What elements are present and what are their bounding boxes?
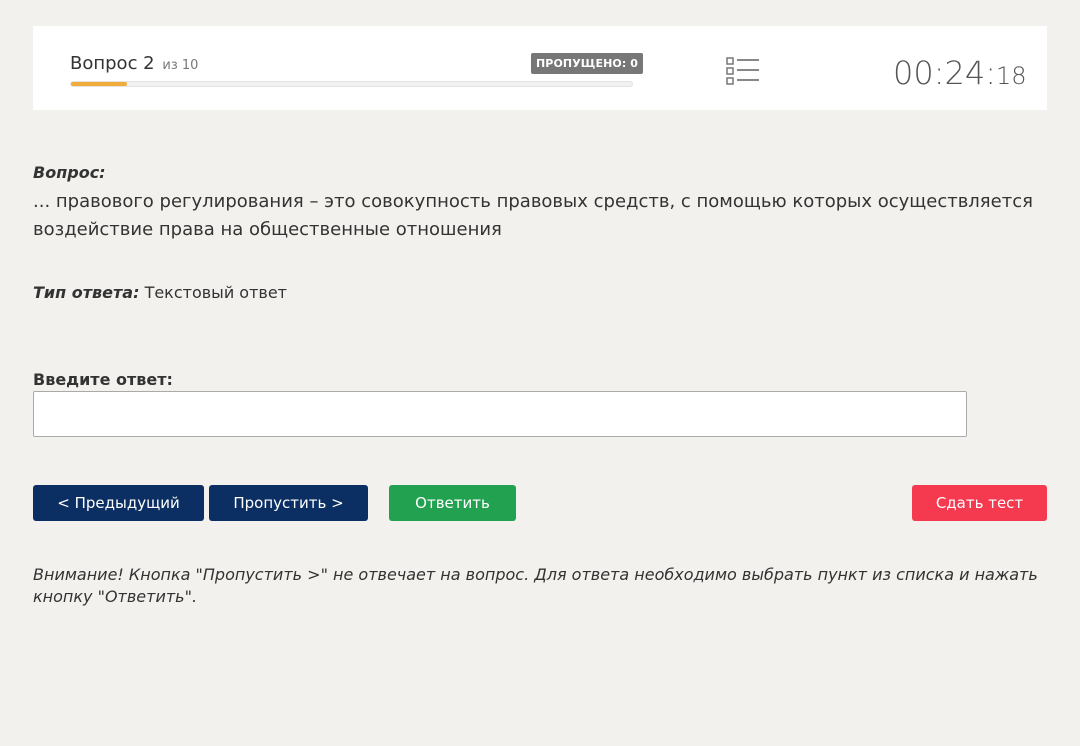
answer-input[interactable] [33, 391, 967, 437]
skip-button[interactable]: Пропустить > [209, 485, 368, 521]
question-number: Вопрос 2 [70, 53, 155, 74]
answer-type: Тип ответа: Текстовый ответ [33, 283, 287, 302]
question-text: ... правового регулирования – это совоку… [33, 191, 1033, 240]
timer-seconds: 18 [996, 62, 1027, 90]
progress-bar [70, 81, 633, 87]
question-label: Вопрос: [33, 163, 106, 182]
answer-button[interactable]: Ответить [389, 485, 516, 521]
question-total: из 10 [162, 58, 199, 73]
timer: 00:24:18 [893, 54, 1027, 92]
progress-fill [71, 82, 128, 86]
previous-button[interactable]: < Предыдущий [33, 485, 204, 521]
question-counter: Вопрос 2 из 10 [70, 53, 198, 74]
answer-type-value: Текстовый ответ [144, 283, 287, 302]
finish-test-button[interactable]: Сдать тест [912, 485, 1047, 521]
answer-type-label: Тип ответа: [33, 283, 140, 302]
skipped-badge: ПРОПУЩЕНО: 0 [531, 53, 644, 74]
skip-notice: Внимание! Кнопка "Пропустить >" не отвеч… [33, 565, 1038, 606]
list-icon[interactable] [726, 56, 760, 86]
test-header: Вопрос 2 из 10 ПРОПУЩЕНО: 0 00:24:18 [33, 26, 1047, 110]
answer-input-label: Введите ответ: [33, 370, 173, 389]
timer-main: 00:24: [893, 54, 996, 92]
